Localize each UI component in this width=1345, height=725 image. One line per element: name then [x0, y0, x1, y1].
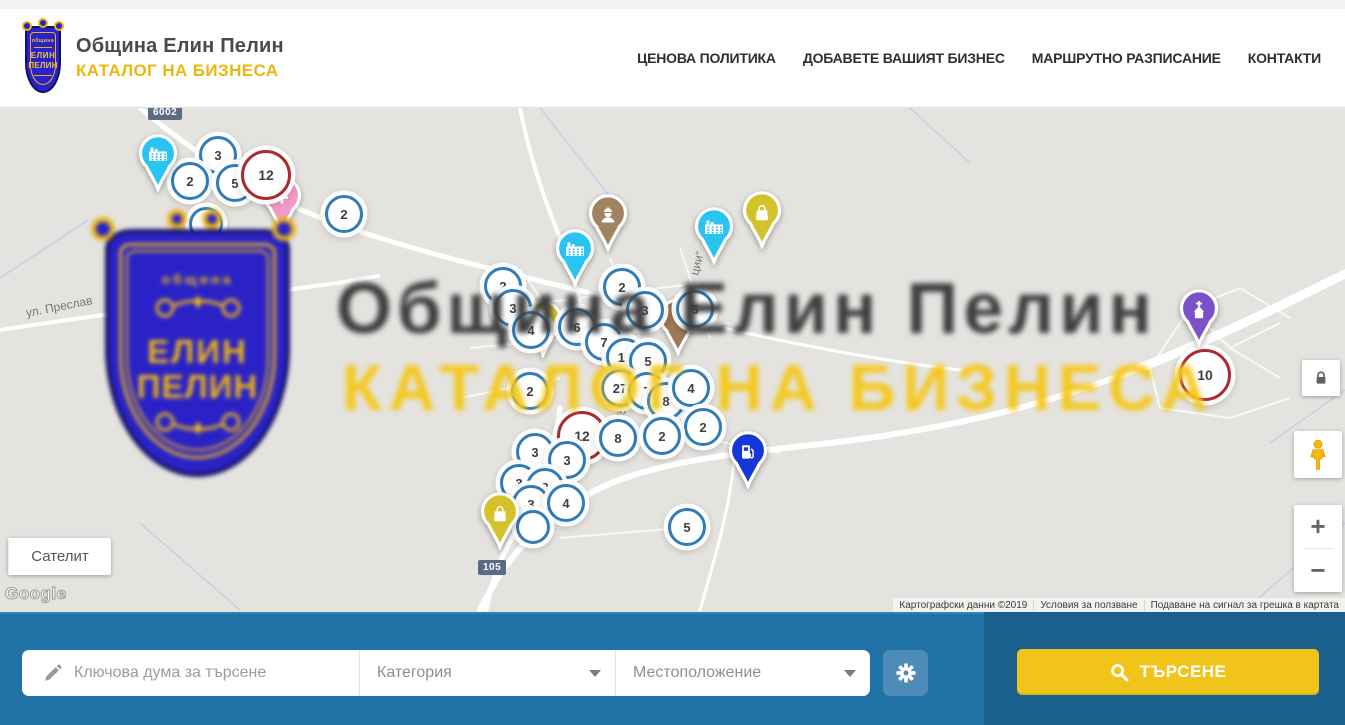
- cluster-marker[interactable]: 2: [511, 372, 549, 410]
- pegman-icon: [1306, 439, 1330, 471]
- factory-pin-marker[interactable]: [135, 134, 181, 197]
- search-bar: Категория Местоположение ТЪРСЕНЕ: [0, 612, 1345, 725]
- nav-item-2[interactable]: ДОБАВЕТЕ ВАШИЯТ БИЗНЕС: [803, 50, 1005, 66]
- nav-item-4[interactable]: КОНТАКТИ: [1248, 50, 1321, 66]
- search-icon: [1110, 663, 1129, 682]
- site-logo[interactable]: община ЕЛИН ПЕЛИН Община Елин Пелин КАТА…: [22, 21, 284, 95]
- cluster-marker[interactable]: 5: [668, 508, 706, 546]
- zoom-control: + −: [1294, 505, 1342, 592]
- gear-icon: [895, 662, 917, 684]
- chevron-down-icon: [589, 670, 601, 677]
- site-title: Община Елин Пелин: [76, 35, 284, 58]
- nav-item-3[interactable]: МАРШРУТНО РАЗПИСАНИЕ: [1032, 50, 1221, 66]
- location-select[interactable]: Местоположение: [615, 650, 870, 696]
- cluster-marker[interactable]: 4: [672, 369, 710, 407]
- attribution-report-link[interactable]: Подаване на сигнал за грешка в картата: [1144, 600, 1345, 611]
- site-subtitle: КАТАЛОГ НА БИЗНЕСА: [76, 61, 284, 81]
- bag-pin-marker[interactable]: [477, 492, 523, 555]
- chevron-down-icon: [844, 670, 856, 677]
- map-type-control: Карта Сателит: [8, 538, 111, 575]
- attribution-terms-link[interactable]: Условия за ползване: [1033, 600, 1143, 611]
- zoom-in-button[interactable]: +: [1294, 505, 1342, 548]
- cluster-marker[interactable]: 2: [643, 417, 681, 455]
- pencil-icon: [43, 664, 62, 683]
- location-label: Местоположение: [633, 664, 761, 682]
- map-attribution: Картографски данни ©2019 Условия за полз…: [893, 598, 1345, 612]
- header: община ЕЛИН ПЕЛИН Община Елин Пелин КАТА…: [0, 9, 1345, 108]
- cluster-marker[interactable]: 3: [626, 291, 664, 329]
- page-top-strip: [0, 0, 1345, 9]
- street-view-pegman-button[interactable]: [1294, 431, 1342, 478]
- cluster-marker[interactable]: 4: [547, 484, 585, 522]
- fuel-pin-marker[interactable]: [725, 431, 771, 494]
- cluster-marker[interactable]: 12: [241, 150, 291, 200]
- cluster-marker[interactable]: 10: [1179, 349, 1231, 401]
- cluster-marker[interactable]: 8: [599, 419, 637, 457]
- road-badge: 6002: [148, 108, 182, 120]
- main-nav: ЦЕНОВА ПОЛИТИКА ДОБАВЕТЕ ВАШИЯТ БИЗНЕС МАР…: [637, 50, 1321, 66]
- road-badge: 105: [478, 560, 506, 575]
- cluster-marker[interactable]: 5: [676, 290, 714, 328]
- factory-pin-marker[interactable]: [691, 207, 737, 270]
- lock-button[interactable]: [1302, 360, 1340, 396]
- keyword-input[interactable]: [74, 664, 359, 682]
- settings-button[interactable]: [883, 650, 928, 696]
- category-label: Категория: [377, 664, 452, 682]
- category-select[interactable]: Категория: [359, 650, 615, 696]
- google-logo: Google: [5, 584, 67, 604]
- nav-item-1[interactable]: ЦЕНОВА ПОЛИТИКА: [637, 50, 776, 66]
- attribution-copyright: Картографски данни ©2019: [893, 600, 1033, 611]
- bag-pin-marker[interactable]: [739, 191, 785, 254]
- church-pin-marker[interactable]: [1176, 289, 1222, 352]
- cluster-marker[interactable]: 2: [684, 408, 722, 446]
- cluster-marker[interactable]: 2: [325, 195, 363, 233]
- map-canvas[interactable]: ул. Преславбул. „Новоселции“ 6002105 325…: [0, 108, 1345, 612]
- lock-icon: [1313, 370, 1329, 386]
- search-button-label: ТЪРСЕНЕ: [1140, 662, 1227, 682]
- zoom-out-button[interactable]: −: [1294, 549, 1342, 592]
- municipality-crest-icon: община ЕЛИН ПЕЛИН: [22, 21, 64, 95]
- cluster-marker[interactable]: 4: [512, 311, 550, 349]
- cluster-marker[interactable]: [189, 207, 223, 241]
- search-box: Категория Местоположение: [22, 650, 870, 696]
- worker-pin-marker[interactable]: [585, 194, 631, 257]
- search-button[interactable]: ТЪРСЕНЕ: [1017, 649, 1319, 695]
- map-type-satellite-button[interactable]: Сателит: [8, 538, 111, 575]
